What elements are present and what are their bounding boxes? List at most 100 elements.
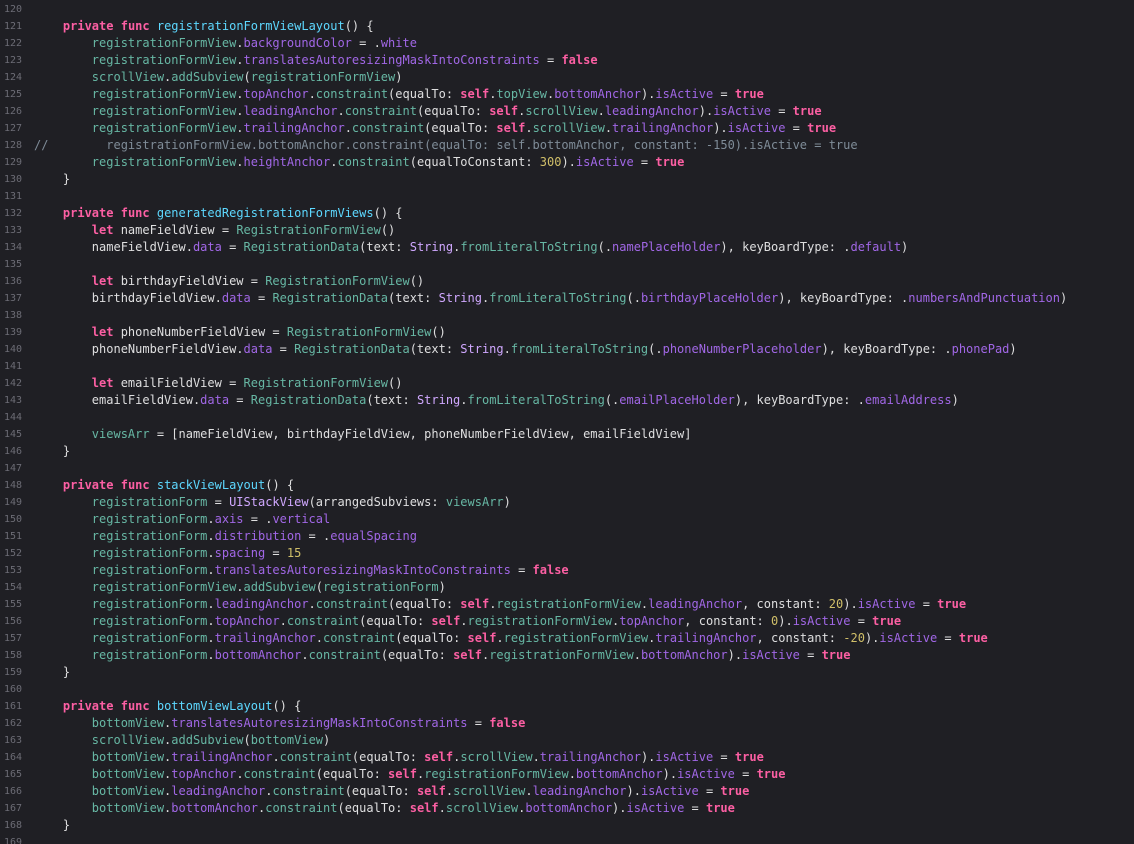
code-token: phonePad bbox=[951, 342, 1010, 356]
code-line[interactable]: 142 let emailFieldView = RegistrationFor… bbox=[0, 375, 1134, 392]
code-line[interactable]: 158 registrationForm.bottomAnchor.constr… bbox=[0, 647, 1134, 664]
code-token: constraint bbox=[308, 648, 381, 662]
code-token: (equalTo: bbox=[315, 767, 389, 781]
code-token: (equalTo: bbox=[388, 597, 461, 611]
code-line[interactable]: 134 nameFieldView.data = RegistrationDat… bbox=[0, 239, 1134, 256]
code-line[interactable]: 126 registrationFormView.leadingAnchor.c… bbox=[0, 103, 1134, 120]
code-token: stackViewLayout bbox=[156, 478, 266, 492]
code-line[interactable]: 146 } bbox=[0, 443, 1134, 460]
code-line[interactable]: 163 scrollView.addSubview(bottomView) bbox=[0, 732, 1134, 749]
line-number: 146 bbox=[3, 446, 22, 457]
code-line[interactable]: 137 birthdayFieldView.data = Registratio… bbox=[0, 290, 1134, 307]
code-line[interactable]: 151 registrationForm.distribution = .equ… bbox=[0, 528, 1134, 545]
code-token: . bbox=[207, 597, 215, 611]
code-token: . bbox=[207, 563, 215, 577]
code-line[interactable]: 133 let nameFieldView = RegistrationForm… bbox=[0, 222, 1134, 239]
code-text: bottomView.translatesAutoresizingMaskInt… bbox=[34, 715, 526, 732]
code-line[interactable]: 165 bottomView.topAnchor.constraint(equa… bbox=[0, 766, 1134, 783]
code-line[interactable]: 127 registrationFormView.trailingAnchor.… bbox=[0, 120, 1134, 137]
code-token: registrationFormView bbox=[91, 104, 237, 118]
code-token: () bbox=[431, 325, 446, 339]
code-line[interactable]: 140 phoneNumberFieldView.data = Registra… bbox=[0, 341, 1134, 358]
code-line[interactable]: 120 bbox=[0, 1, 1134, 18]
code-token: = bbox=[850, 614, 873, 628]
code-token: } bbox=[34, 444, 71, 458]
code-token: RegistrationData bbox=[272, 291, 389, 305]
code-line[interactable]: 145 viewsArr = [nameFieldView, birthdayF… bbox=[0, 426, 1134, 443]
code-token: ( bbox=[243, 70, 251, 84]
code-line[interactable]: 155 registrationForm.leadingAnchor.const… bbox=[0, 596, 1134, 613]
code-line[interactable]: 168 } bbox=[0, 817, 1134, 834]
code-token: constraint bbox=[272, 784, 345, 798]
code-token: scrollView bbox=[445, 801, 519, 815]
code-line[interactable]: 166 bottomView.leadingAnchor.constraint(… bbox=[0, 783, 1134, 800]
code-token: emailFieldView = bbox=[113, 376, 244, 390]
code-line[interactable]: 124 scrollView.addSubview(registrationFo… bbox=[0, 69, 1134, 86]
code-token: } bbox=[34, 665, 71, 679]
code-line[interactable]: 152 registrationForm.spacing = 15 bbox=[0, 545, 1134, 562]
code-line[interactable]: 169 bbox=[0, 834, 1134, 844]
code-token: . bbox=[236, 155, 244, 169]
code-text: registrationForm.spacing = 15 bbox=[34, 545, 302, 562]
code-line[interactable]: 129 registrationFormView.heightAnchor.co… bbox=[0, 154, 1134, 171]
code-token: registrationFormViewLayout bbox=[156, 19, 345, 33]
code-token: = bbox=[633, 155, 656, 169]
code-line[interactable]: 132 private func generatedRegistrationFo… bbox=[0, 205, 1134, 222]
code-line[interactable]: 161 private func bottomViewLayout() { bbox=[0, 698, 1134, 715]
code-token: ). bbox=[612, 801, 627, 815]
code-line[interactable]: 150 registrationForm.axis = .vertical bbox=[0, 511, 1134, 528]
code-line[interactable]: 121 private func registrationFormViewLay… bbox=[0, 18, 1134, 35]
code-token: true bbox=[821, 648, 851, 662]
code-line[interactable]: 147 bbox=[0, 460, 1134, 477]
code-token: . bbox=[207, 631, 215, 645]
code-text: } bbox=[34, 664, 70, 681]
code-token: scrollView bbox=[532, 121, 605, 135]
code-line[interactable]: 136 let birthdayFieldView = Registration… bbox=[0, 273, 1134, 290]
code-line[interactable]: 125 registrationFormView.topAnchor.const… bbox=[0, 86, 1134, 103]
code-token: ). bbox=[778, 614, 793, 628]
code-line[interactable]: 139 let phoneNumberFieldView = Registrat… bbox=[0, 324, 1134, 341]
code-token: 20 bbox=[828, 597, 844, 611]
code-token: isActive bbox=[626, 801, 685, 815]
code-line[interactable]: 156 registrationForm.topAnchor.constrain… bbox=[0, 613, 1134, 630]
code-token: isActive bbox=[792, 614, 851, 628]
code-token: registrationFormView bbox=[91, 121, 237, 135]
code-line[interactable]: 143 emailFieldView.data = RegistrationDa… bbox=[0, 392, 1134, 409]
code-line[interactable]: 162 bottomView.translatesAutoresizingMas… bbox=[0, 715, 1134, 732]
code-token: data bbox=[243, 342, 273, 356]
code-line[interactable]: 160 bbox=[0, 681, 1134, 698]
code-token: . bbox=[337, 104, 345, 118]
code-line[interactable]: 128 // registrationFormView.bottomAnchor.… bbox=[0, 137, 1134, 154]
code-line[interactable]: 141 bbox=[0, 358, 1134, 375]
code-line[interactable]: 157 registrationForm.trailingAnchor.cons… bbox=[0, 630, 1134, 647]
code-line[interactable]: 154 registrationFormView.addSubview(regi… bbox=[0, 579, 1134, 596]
code-line[interactable]: 123 registrationFormView.translatesAutor… bbox=[0, 52, 1134, 69]
code-line[interactable]: 135 bbox=[0, 256, 1134, 273]
code-line[interactable]: 130 } bbox=[0, 171, 1134, 188]
code-token: birthdayFieldView. bbox=[34, 291, 222, 305]
code-token: viewsArr bbox=[445, 495, 504, 509]
code-token: (. bbox=[604, 393, 620, 407]
code-line[interactable]: 138 bbox=[0, 307, 1134, 324]
code-line[interactable]: 131 bbox=[0, 188, 1134, 205]
code-token: = . bbox=[351, 36, 381, 50]
code-token: ). bbox=[698, 104, 714, 118]
code-line[interactable]: 149 registrationForm = UIStackView(arran… bbox=[0, 494, 1134, 511]
code-line[interactable]: 167 bottomView.bottomAnchor.constraint(e… bbox=[0, 800, 1134, 817]
code-token: . bbox=[236, 104, 244, 118]
code-line[interactable]: 159 } bbox=[0, 664, 1134, 681]
code-token: true bbox=[734, 87, 764, 101]
code-line[interactable]: 164 bottomView.trailingAnchor.constraint… bbox=[0, 749, 1134, 766]
code-token: ) bbox=[1009, 342, 1017, 356]
code-line[interactable]: 153 registrationForm.translatesAutoresiz… bbox=[0, 562, 1134, 579]
code-editor[interactable]: 120 121 private func registrationFormView… bbox=[0, 0, 1134, 844]
code-line[interactable]: 148 private func stackViewLayout() { bbox=[0, 477, 1134, 494]
code-line[interactable]: 144 bbox=[0, 409, 1134, 426]
code-line[interactable]: 122 registrationFormView.backgroundColor… bbox=[0, 35, 1134, 52]
